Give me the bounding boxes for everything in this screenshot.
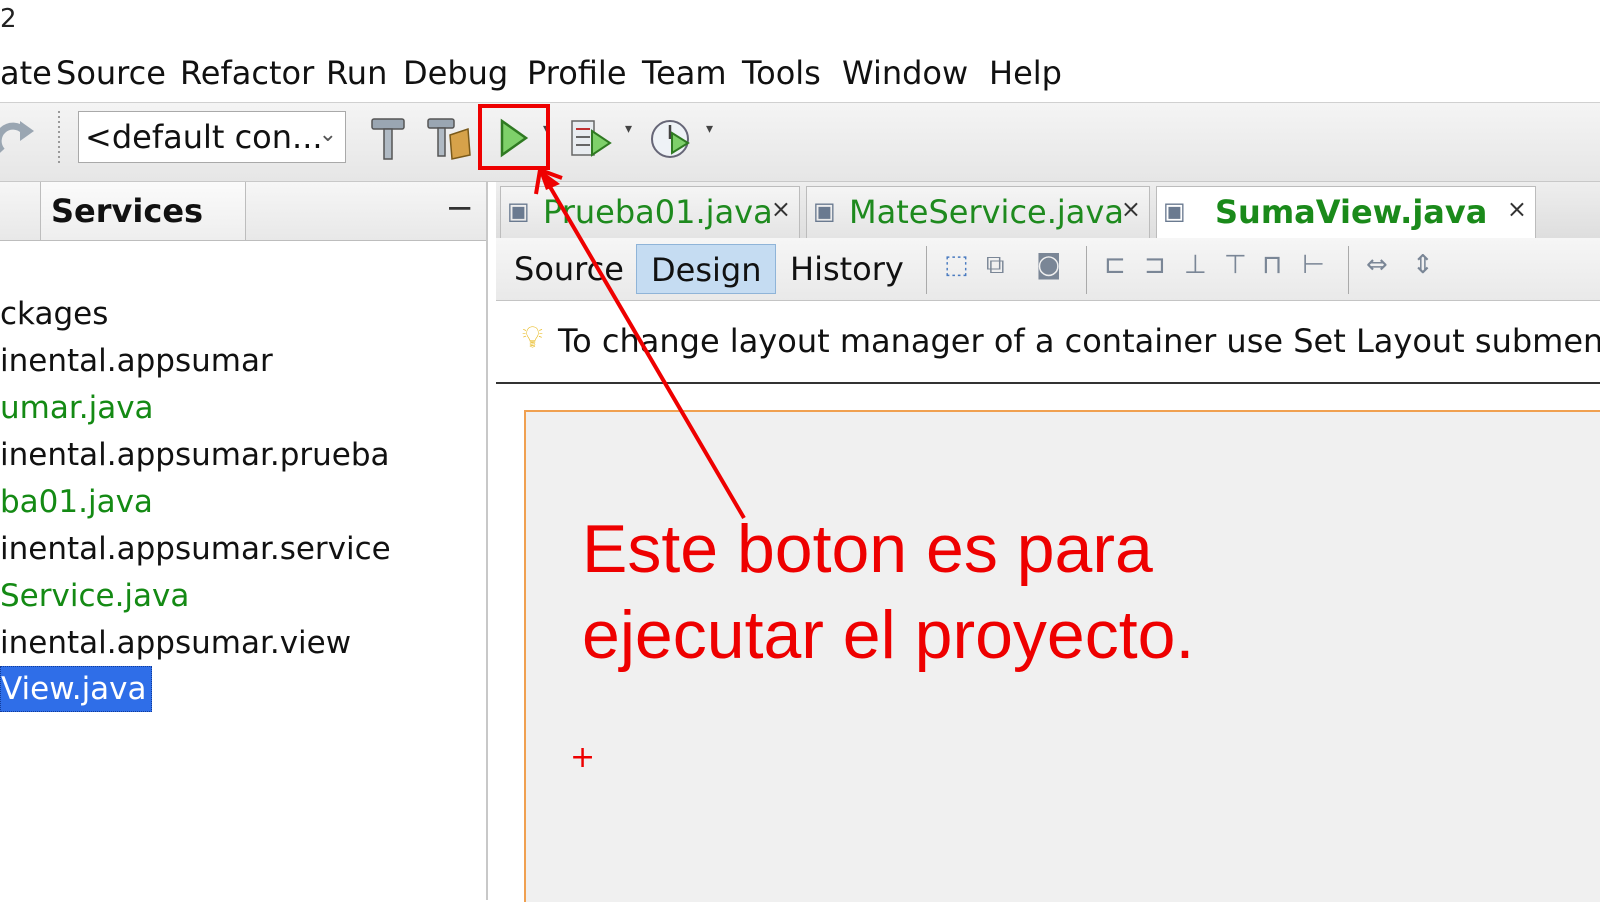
toolbar-separator	[1086, 246, 1087, 294]
debug-icon	[571, 120, 612, 157]
menu-debug[interactable]: Debug	[403, 54, 508, 92]
profile-dropdown-icon[interactable]: ▾	[706, 121, 713, 137]
tree-item-source-packages[interactable]: ckages	[0, 292, 108, 336]
hammer-icon	[371, 118, 405, 160]
toolbar-separator	[58, 111, 60, 165]
main-toolbar: <default con... ⌄ ▾ ▾ ▾	[0, 102, 1600, 182]
services-panel: Services − ckages inental.appsumar umar.…	[0, 182, 488, 900]
tree-item-file-sumaview-selected[interactable]: View.java	[0, 666, 152, 712]
menu-profile[interactable]: Profile	[527, 54, 627, 92]
resize-horizontal-icon[interactable]: ⇔	[1366, 250, 1388, 280]
crosshair-icon: +	[570, 740, 596, 775]
tree-item-package-view[interactable]: inental.appsumar.view	[0, 621, 351, 665]
tab-source[interactable]: Source	[500, 244, 638, 294]
profile-icon	[651, 120, 690, 158]
editor-tab-sumaview[interactable]: ▣ SumaView.java ×	[1156, 186, 1536, 238]
toolbar-separator	[926, 246, 927, 294]
lightbulb-icon: 💡︎	[522, 320, 543, 355]
preview-design-icon[interactable]: ◙	[1036, 250, 1061, 280]
tab-services[interactable]: Services	[40, 182, 246, 240]
tree-item-file-appsumar[interactable]: umar.java	[0, 386, 154, 430]
menu-tools[interactable]: Tools	[742, 54, 821, 92]
annotation-line-2: ejecutar el proyecto.	[582, 597, 1195, 673]
menu-help[interactable]: Help	[989, 54, 1062, 92]
debug-dropdown-icon[interactable]: ▾	[625, 121, 632, 137]
align-bottom-icon[interactable]: ⊓	[1262, 250, 1282, 280]
clean-build-button[interactable]	[422, 111, 474, 165]
layout-hint-text: To change layout manager of a container …	[558, 322, 1600, 360]
editor-tab-label: MateService.java	[849, 193, 1124, 231]
profile-button[interactable]	[646, 111, 698, 165]
tab-design[interactable]: Design	[636, 244, 777, 294]
align-left-icon[interactable]: ⊏	[1104, 250, 1126, 280]
layout-hint-bar: 💡︎ To change layout manager of a contain…	[496, 302, 1600, 384]
tree-item-package-prueba[interactable]: inental.appsumar.prueba	[0, 433, 390, 477]
run-button-highlight	[478, 104, 550, 170]
resize-vertical-icon[interactable]: ⇕	[1412, 250, 1434, 280]
selection-mode-icon[interactable]: ⬚	[944, 250, 969, 280]
align-right-icon[interactable]: ⊐	[1144, 250, 1166, 280]
editor-tab-mateservice[interactable]: ▣ MateService.java ×	[806, 186, 1150, 238]
menu-run[interactable]: Run	[326, 54, 387, 92]
clean-build-icon	[427, 118, 471, 160]
redo-icon	[0, 121, 34, 153]
align-top-icon[interactable]: ⊤	[1224, 250, 1247, 280]
toolbar-separator	[1348, 246, 1349, 294]
tree-item-package-appsumar[interactable]: inental.appsumar	[0, 339, 273, 383]
editor-tab-label: Prueba01.java	[543, 193, 773, 231]
tab-history[interactable]: History	[776, 244, 918, 294]
menu-refactor[interactable]: Refactor	[180, 54, 314, 92]
center-vertical-icon[interactable]: ⊢	[1302, 250, 1325, 280]
annotation-line-1: Este boton es para	[582, 511, 1153, 587]
java-file-icon: ▣	[507, 197, 530, 225]
window-title-fragment: 2	[0, 4, 17, 34]
menu-bar: ate Source Refactor Run Debug Profile Te…	[0, 48, 1600, 102]
connection-mode-icon[interactable]: ⧉	[986, 250, 1005, 281]
minimize-panel-button[interactable]: −	[446, 188, 475, 228]
services-header: Services −	[0, 182, 486, 241]
editor-view-bar: Source Design History ⬚ ⧉ ◙ ⊏ ⊐ ⊥ ⊤ ⊓ ⊢ …	[496, 238, 1600, 301]
editor-tab-bar: ▣ Prueba01.java × ▣ MateService.java × ▣…	[496, 182, 1600, 239]
close-icon[interactable]: ×	[1507, 195, 1527, 223]
form-file-icon: ▣	[1163, 197, 1186, 225]
tree-item-file-prueba01[interactable]: ba01.java	[0, 480, 153, 524]
editor-tab-label: SumaView.java	[1215, 193, 1488, 231]
tree-item-package-service[interactable]: inental.appsumar.service	[0, 527, 391, 571]
menu-window[interactable]: Window	[842, 54, 968, 92]
services-tab-label: Services	[51, 192, 204, 230]
center-horizontal-icon[interactable]: ⊥	[1184, 250, 1207, 280]
tree-item-file-mateservice[interactable]: Service.java	[0, 574, 189, 618]
configuration-combo[interactable]: <default con... ⌄	[78, 111, 346, 163]
close-icon[interactable]: ×	[1121, 195, 1141, 223]
annotation-text: Este boton es para ejecutar el proyecto.	[582, 506, 1482, 678]
menu-navigate[interactable]: ate	[0, 54, 52, 92]
close-icon[interactable]: ×	[771, 195, 791, 223]
build-button[interactable]	[362, 111, 414, 165]
redo-button[interactable]	[0, 111, 46, 165]
chevron-down-icon: ⌄	[318, 122, 337, 147]
debug-button[interactable]	[566, 111, 618, 165]
editor-tab-prueba01[interactable]: ▣ Prueba01.java ×	[500, 186, 800, 238]
configuration-value: <default con...	[85, 118, 323, 156]
menu-team[interactable]: Team	[642, 54, 727, 92]
menu-source[interactable]: Source	[56, 54, 166, 92]
java-file-icon: ▣	[813, 197, 836, 225]
